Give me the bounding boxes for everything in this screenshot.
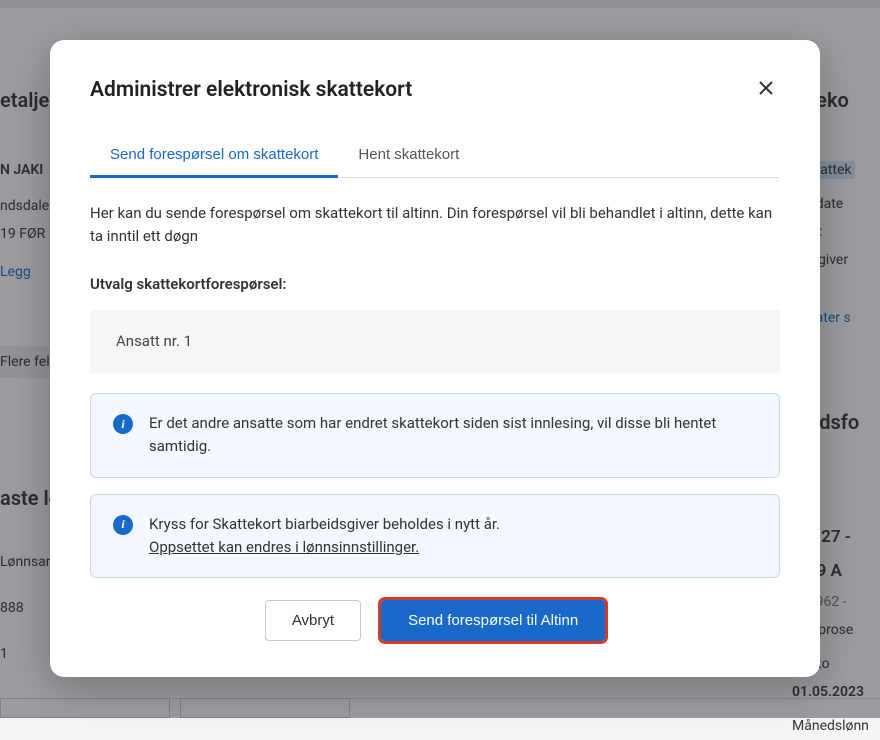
intro-text: Her kan du sende forespørsel om skatteko…	[90, 202, 780, 249]
cancel-button[interactable]: Avbryt	[265, 600, 361, 641]
selection-box: Ansatt nr. 1	[90, 310, 780, 373]
tab-fetch[interactable]: Hent skattekort	[338, 132, 479, 177]
info-box-1: i Er det andre ansatte som har endret sk…	[90, 393, 780, 478]
selection-label: Utvalg skattekortforespørsel:	[90, 273, 780, 296]
info2-text: Kryss for Skattekort biarbeidsgiver beho…	[149, 515, 500, 533]
info-text-2: Kryss for Skattekort biarbeidsgiver beho…	[149, 513, 757, 560]
info-icon: i	[113, 414, 133, 434]
close-button[interactable]	[752, 76, 780, 104]
info-text-1: Er det andre ansatte som har endret skat…	[149, 412, 757, 459]
close-icon	[758, 79, 774, 102]
info-box-2: i Kryss for Skattekort biarbeidsgiver be…	[90, 494, 780, 579]
info2-settings-link[interactable]: Oppsettet kan endres i lønnsinnstillinge…	[149, 538, 419, 556]
info-icon: i	[113, 515, 133, 535]
modal-header: Administrer elektronisk skattekort	[90, 76, 780, 104]
modal-title: Administrer elektronisk skattekort	[90, 78, 412, 102]
modal-body: Her kan du sende forespørsel om skatteko…	[90, 202, 780, 641]
tab-send-request[interactable]: Send forespørsel om skattekort	[90, 132, 338, 177]
tax-card-modal: Administrer elektronisk skattekort Send …	[50, 40, 820, 677]
submit-button[interactable]: Send forespørsel til Altinn	[381, 600, 605, 641]
selection-value: Ansatt nr. 1	[116, 332, 192, 350]
modal-tabs: Send forespørsel om skattekort Hent skat…	[90, 132, 780, 178]
modal-footer: Avbryt Send forespørsel til Altinn	[90, 600, 780, 641]
